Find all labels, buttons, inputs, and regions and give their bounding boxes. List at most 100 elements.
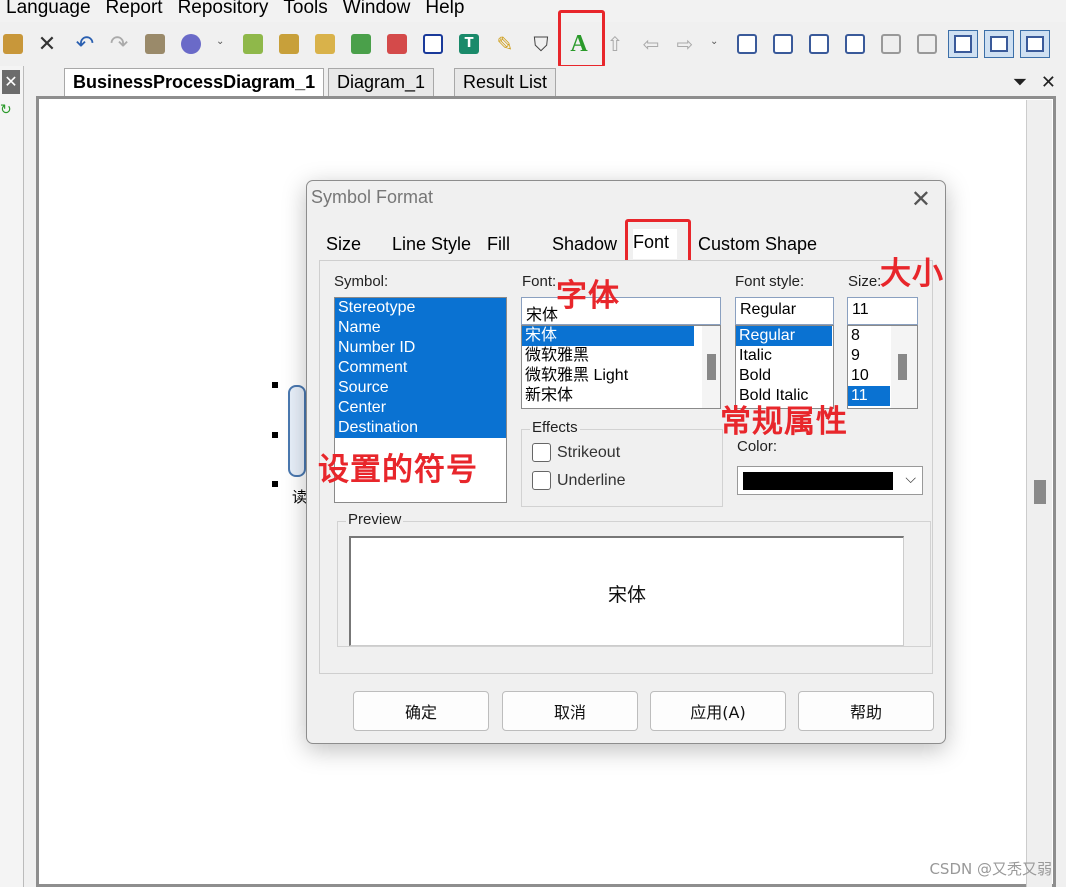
menu-tools[interactable]: Tools (277, 0, 336, 17)
size-input[interactable]: 11 (847, 297, 918, 325)
toolbar-overflow-icon[interactable]: ⌄ (216, 36, 224, 58)
underline-label: Underline (557, 471, 626, 489)
selection-handle[interactable] (272, 432, 278, 438)
comment-view-icon[interactable] (984, 30, 1014, 58)
list-item[interactable]: 微软雅黑 (522, 346, 720, 366)
layout-page-icon[interactable] (806, 31, 832, 57)
scrollbar-thumb[interactable] (1034, 480, 1046, 504)
close-icon[interactable]: ✕ (2, 70, 20, 94)
tab-shadow[interactable]: Shadow (552, 231, 617, 261)
menu-language[interactable]: Language (0, 0, 100, 17)
font-style-label: Font style: (735, 273, 805, 290)
table-view-icon[interactable] (1020, 30, 1050, 58)
strikeout-checkbox[interactable]: Strikeout (532, 443, 620, 462)
list-item[interactable]: 11 (848, 386, 890, 406)
tab-menu-icon[interactable]: ⏷ (1013, 72, 1027, 93)
ok-button[interactable]: 确定 (353, 691, 489, 731)
list-item[interactable]: Stereotype (335, 298, 506, 318)
layout-grid-icon[interactable] (878, 31, 904, 57)
close-icon[interactable]: ✕ (1041, 72, 1056, 93)
tab-result-list[interactable]: Result List (454, 68, 557, 97)
list-item[interactable]: Italic (736, 346, 833, 366)
delete-icon[interactable]: ✕ (34, 31, 60, 57)
actor-shape[interactable] (288, 385, 306, 477)
close-icon[interactable]: ✕ (911, 185, 931, 213)
annotation-size: 大小 (880, 256, 944, 292)
refresh-icon[interactable]: ↻ (0, 102, 12, 122)
tab-custom-shape[interactable]: Custom Shape (698, 231, 817, 261)
list-item[interactable]: Comment (335, 358, 506, 378)
shape-icon[interactable] (420, 31, 446, 57)
selection-handle[interactable] (272, 382, 278, 388)
cancel-button[interactable]: 取消 (502, 691, 638, 731)
list-item[interactable]: Destination (335, 418, 506, 438)
annotation-style: 常规属性 (720, 404, 848, 440)
font-list-scrollbar[interactable] (702, 326, 720, 408)
tab-diagram-1[interactable]: Diagram_1 (328, 68, 435, 97)
list-item[interactable]: Center (335, 398, 506, 418)
forward-icon[interactable]: ⇨ (672, 31, 698, 57)
preview-label: Preview (346, 511, 404, 528)
toolbar-overflow-icon[interactable]: ⌄ (710, 36, 718, 58)
tab-size[interactable]: Size (326, 231, 361, 261)
paint-bucket-icon[interactable]: ⛉ (528, 31, 554, 57)
list-item[interactable]: Number ID (335, 338, 506, 358)
tab-business-process-diagram[interactable]: BusinessProcessDiagram_1 (64, 68, 325, 97)
color-swatch (743, 472, 893, 490)
list-item[interactable]: Name (335, 318, 506, 338)
menu-report[interactable]: Report (100, 0, 172, 17)
layout-tree-icon[interactable] (734, 31, 760, 57)
underline-checkbox[interactable]: Underline (532, 471, 625, 490)
settings-icon[interactable] (178, 31, 204, 57)
list-item[interactable]: 宋体 (522, 326, 694, 346)
font-list[interactable]: 宋体 微软雅黑 微软雅黑 Light 新宋体 (521, 325, 721, 409)
validate-icon[interactable] (384, 31, 410, 57)
open-icon[interactable] (276, 31, 302, 57)
layout-list-icon[interactable] (914, 31, 940, 57)
paste-icon[interactable] (0, 31, 26, 57)
preview-box: 宋体 (349, 536, 904, 646)
refresh-icon[interactable] (348, 31, 374, 57)
scrollbar-thumb[interactable] (898, 354, 907, 380)
size-list-scrollbar[interactable] (891, 326, 917, 408)
help-button[interactable]: 帮助 (798, 691, 934, 731)
menu-help[interactable]: Help (419, 0, 473, 17)
scrollbar-thumb[interactable] (707, 354, 716, 380)
list-item[interactable]: Bold (736, 366, 833, 386)
undo-icon[interactable]: ↶ (72, 31, 98, 57)
font-input[interactable]: 宋体 (521, 297, 721, 325)
list-item[interactable]: Source (335, 378, 506, 398)
zoom-icon[interactable] (948, 30, 978, 58)
tab-line-style[interactable]: Line Style (392, 231, 471, 261)
find-icon[interactable] (312, 31, 338, 57)
vertical-scrollbar[interactable] (1026, 100, 1052, 887)
color-select[interactable]: ⌵ (737, 466, 923, 495)
tab-fill[interactable]: Fill (487, 231, 510, 261)
list-item[interactable]: Regular (736, 326, 832, 346)
layout-org-icon[interactable] (770, 31, 796, 57)
effects-label: Effects (530, 419, 580, 436)
new-diagram-icon[interactable] (240, 31, 266, 57)
text-icon[interactable]: T (456, 31, 482, 57)
actor-label: 读 (292, 488, 308, 506)
redo-icon[interactable]: ↷ (106, 31, 132, 57)
properties-icon[interactable] (142, 31, 168, 57)
checkbox-box[interactable] (532, 471, 551, 490)
tab-controls: ⏷ ✕ (1013, 72, 1056, 93)
list-item[interactable]: 新宋体 (522, 386, 720, 406)
font-label: Font: (522, 273, 557, 290)
export-icon[interactable]: ⇧ (602, 31, 628, 57)
checkbox-box[interactable] (532, 443, 551, 462)
symbol-label: Symbol: (334, 273, 389, 290)
chevron-down-icon[interactable]: ⌵ (905, 471, 916, 487)
apply-button[interactable]: 应用(A) (650, 691, 786, 731)
list-item[interactable]: 微软雅黑 Light (522, 366, 720, 386)
back-icon[interactable]: ⇦ (638, 31, 664, 57)
menu-repository[interactable]: Repository (172, 0, 278, 17)
selection-handle[interactable] (272, 481, 278, 487)
brush-icon[interactable]: ✎ (492, 31, 518, 57)
font-style-input[interactable]: Regular (735, 297, 834, 325)
layout-columns-icon[interactable] (842, 31, 868, 57)
menu-window[interactable]: Window (337, 0, 420, 17)
size-list[interactable]: 8 9 10 11 (847, 325, 918, 409)
